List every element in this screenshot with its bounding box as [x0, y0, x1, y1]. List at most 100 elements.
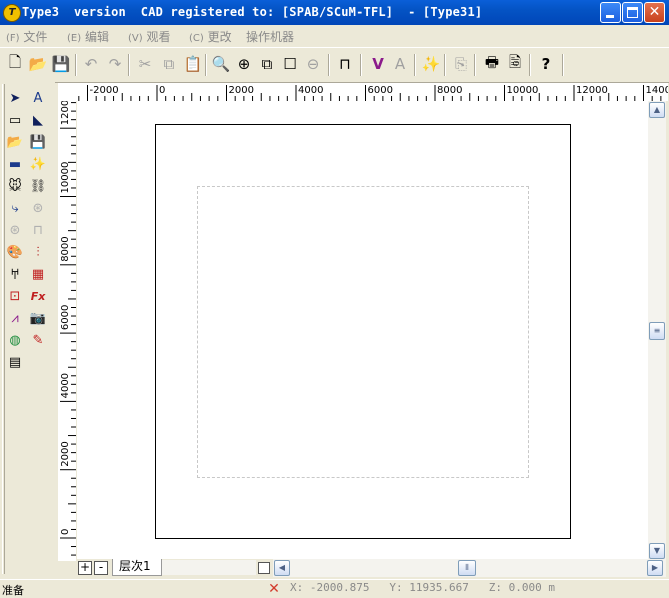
fx-icon: Fx: [30, 289, 46, 303]
undo-button[interactable]: ↶: [80, 53, 102, 75]
lock-icon: ⊓: [32, 222, 44, 238]
help-button[interactable]: ?: [535, 53, 557, 75]
x-coordinate: X: -2000.875: [290, 581, 370, 594]
export-button[interactable]: ⎘: [450, 53, 472, 75]
h-ruler-label: 4000: [298, 85, 323, 96]
layer-checkbox[interactable]: [258, 562, 270, 574]
horizontal-ruler-ticks: -2000 0 2000 4000 6000 8000 10000 12000 14000: [78, 85, 668, 101]
add-layer-button[interactable]: +: [78, 561, 92, 575]
line-tool[interactable]: ▬: [5, 154, 25, 174]
zoom-out-button[interactable]: ⊖: [302, 53, 324, 75]
toolbar-separator: [529, 54, 531, 76]
print-preview-button[interactable]: 🗟: [504, 53, 526, 75]
horizontal-scroll-thumb[interactable]: ⦀: [458, 560, 476, 576]
disabled2-icon: ⊛: [9, 222, 21, 238]
scroll-left-button[interactable]: ◀: [274, 560, 290, 576]
disabled-tool[interactable]: ⊛: [28, 198, 48, 218]
text-tool[interactable]: A: [28, 88, 48, 108]
coordinate-readout: X: -2000.875 Y: 11935.667 Z: 0.000 m: [290, 581, 555, 594]
select-arrow-tool[interactable]: ➤: [5, 88, 25, 108]
menu-item-3[interactable]: (C) 更改: [189, 28, 232, 45]
paste-button[interactable]: 📋: [182, 53, 204, 75]
pencil-tool[interactable]: ✎: [28, 330, 48, 350]
work-area-boundary[interactable]: [197, 186, 529, 478]
pencil-icon: ✎: [32, 332, 44, 348]
zoom-page-button[interactable]: ☐: [279, 53, 301, 75]
scroll-up-button[interactable]: ▲: [649, 102, 665, 118]
zoom-in-button[interactable]: ⊕: [233, 53, 255, 75]
chain-tool[interactable]: ⛓: [28, 176, 48, 196]
v-ruler-label: 12000: [60, 101, 71, 125]
character-tool[interactable]: 𐀀: [5, 264, 25, 284]
menu-item-0[interactable]: (F) 文件: [6, 28, 47, 45]
toolbar-separator: [328, 54, 330, 76]
tab-layer-1[interactable]: 层次1: [112, 559, 162, 576]
node-edit-tool[interactable]: ◣: [28, 110, 48, 130]
open-folder-button[interactable]: 📂: [27, 53, 49, 75]
layers-icon: ▤: [8, 354, 22, 370]
h-ruler-label: 10000: [507, 85, 539, 96]
frame-icon: ⊡: [9, 288, 21, 304]
save-button[interactable]: 💾: [50, 53, 72, 75]
frame-tool[interactable]: ⊡: [5, 286, 25, 306]
toolbar-separator: [205, 54, 207, 76]
save-gray-tool[interactable]: 💾: [28, 132, 48, 152]
scroll-down-button[interactable]: ▼: [649, 543, 665, 559]
vertical-scrollbar[interactable]: ▲ ≡ ▼: [648, 101, 666, 560]
art-tool[interactable]: ◍: [5, 330, 25, 350]
toolbar-separator: [128, 54, 130, 76]
art-icon: ◍: [9, 332, 21, 348]
cut-button[interactable]: ✂: [134, 53, 156, 75]
minimize-button[interactable]: [600, 2, 621, 23]
vectorize-button[interactable]: V: [367, 53, 389, 75]
menu-item-2[interactable]: (V) 观看: [128, 28, 171, 45]
h-ruler-label: 12000: [576, 85, 608, 96]
grid-tool[interactable]: ▦: [28, 264, 48, 284]
maximize-icon: [627, 7, 638, 18]
scroll-right-button[interactable]: ▶: [647, 560, 663, 576]
zoom-icon: 🔍: [211, 55, 231, 73]
magic-wand-button[interactable]: ✨: [420, 53, 442, 75]
camera-tool[interactable]: 📷: [28, 308, 48, 328]
remove-layer-button[interactable]: -: [94, 561, 108, 575]
measure-button[interactable]: ⊓: [334, 53, 356, 75]
lock-tool[interactable]: ⊓: [28, 220, 48, 240]
close-button[interactable]: ✕: [644, 2, 665, 23]
layers-tool[interactable]: ▤: [5, 352, 25, 372]
v-ruler-label: 6000: [60, 305, 71, 330]
text-icon: A: [33, 90, 43, 106]
cancel-x-icon[interactable]: ✕: [264, 581, 284, 597]
mouse-tool[interactable]: 🐭: [5, 176, 25, 196]
zoom-page-icon: ☐: [283, 55, 297, 73]
new-file-button[interactable]: 🗋: [4, 53, 26, 75]
zoom-window-button[interactable]: ⧉: [256, 53, 278, 75]
relief-tool[interactable]: ⩘: [5, 308, 25, 328]
drawing-canvas[interactable]: [77, 101, 648, 560]
zoom-button[interactable]: 🔍: [210, 53, 232, 75]
print-button[interactable]: 🖶: [481, 53, 503, 75]
vertical-ruler-ticks: 12000 10000 8000 6000 4000 2000 0: [60, 101, 76, 556]
horizontal-scrollbar[interactable]: ◀ ⦀ ▶: [273, 559, 666, 577]
text-tool-button[interactable]: A: [389, 53, 411, 75]
palette-tool[interactable]: 🎨: [5, 242, 25, 262]
wand-tool[interactable]: ✨: [28, 154, 48, 174]
toolbar-separator: [562, 54, 564, 76]
drill-tool[interactable]: ⤷: [5, 198, 25, 218]
tool-palette: ➤ A ▭ ◣ 📂 💾 ▬ ✨ 🐭 ⛓ ⤷ ⊛ ⊛ ⊓ 🎨 ⫶ 𐀀 ▦ ⊡ Fx ⩘ 📷 ◍ ✎ ▤: [0, 82, 55, 580]
redo-button[interactable]: ↷: [104, 53, 126, 75]
disabled2-tool[interactable]: ⊛: [5, 220, 25, 240]
pen-tools-tool[interactable]: ⫶: [28, 242, 48, 262]
maximize-button[interactable]: [622, 2, 643, 23]
open-tool[interactable]: 📂: [5, 132, 25, 152]
zoom-in-icon: ⊕: [237, 55, 251, 73]
copy-button[interactable]: ⧉: [158, 53, 180, 75]
fx-tool[interactable]: Fx: [28, 286, 48, 306]
menu-key: (V): [128, 33, 143, 44]
rectangle-tool[interactable]: ▭: [5, 110, 25, 130]
menu-item-4[interactable]: 操作机器: [246, 28, 294, 45]
toolbar-separator: [474, 54, 476, 76]
scroll-thumb[interactable]: ≡: [649, 322, 665, 340]
disabled-icon: ⊛: [32, 200, 44, 216]
zoom-out-icon: ⊖: [306, 55, 320, 73]
menu-item-1[interactable]: (E) 编辑: [67, 28, 109, 45]
